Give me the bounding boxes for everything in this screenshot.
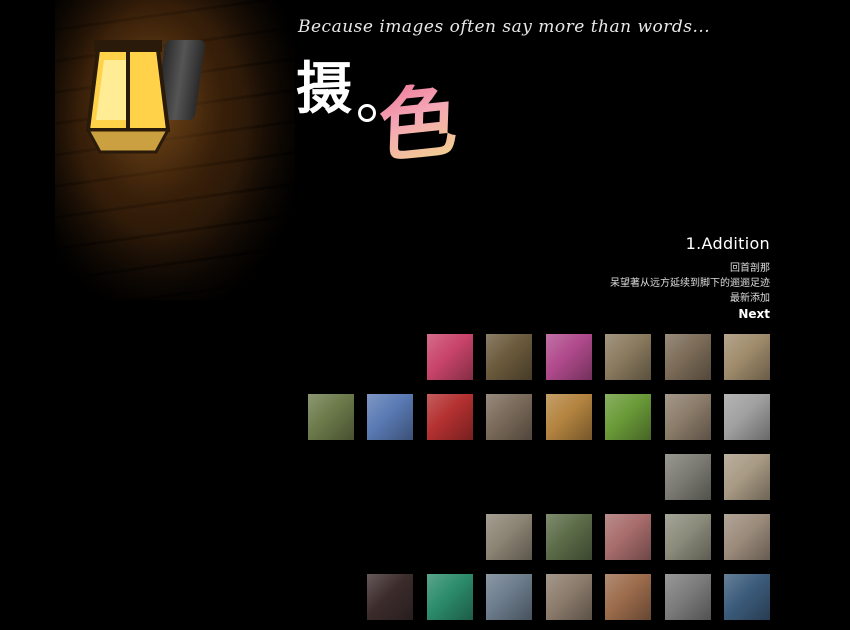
nav-link-retrospect[interactable]: 回首剖那	[610, 261, 770, 276]
photo-thumbnail[interactable]	[367, 574, 413, 620]
nav-link-latest[interactable]: 最新添加	[610, 291, 770, 306]
photo-thumbnail[interactable]	[605, 394, 651, 440]
photo-thumbnail[interactable]	[605, 334, 651, 380]
photo-thumbnail[interactable]	[724, 394, 770, 440]
photo-thumbnail[interactable]	[545, 334, 592, 380]
lamp-icon	[85, 20, 171, 160]
photo-thumbnail[interactable]	[545, 574, 592, 620]
photo-thumbnail[interactable]	[664, 454, 711, 500]
photo-thumbnail[interactable]	[486, 514, 532, 560]
photo-thumbnail[interactable]	[664, 334, 711, 380]
section-nav: 1.Addition 回首剖那 呆望著从远方延续到脚下的逦逦足迹 最新添加 Ne…	[610, 234, 770, 321]
photo-thumbnail[interactable]	[545, 514, 592, 560]
photo-thumbnail[interactable]	[664, 514, 711, 560]
photo-thumbnail[interactable]	[545, 394, 592, 440]
photo-thumbnail[interactable]	[605, 574, 651, 620]
nav-link-footprints[interactable]: 呆望著从远方延续到脚下的逦逦足迹	[610, 276, 770, 291]
logo-main-char: 摄	[296, 57, 352, 122]
photo-thumbnail[interactable]	[486, 574, 532, 620]
site-tagline: Because images often say more than words…	[298, 17, 711, 37]
photo-thumbnail[interactable]	[664, 394, 711, 440]
logo-dot	[358, 104, 376, 122]
photo-thumbnail[interactable]	[367, 394, 413, 440]
photo-thumbnail[interactable]	[724, 454, 770, 500]
photo-thumbnail[interactable]	[724, 514, 770, 560]
photo-thumbnail[interactable]	[486, 334, 532, 380]
photo-thumbnail[interactable]	[724, 574, 770, 620]
photo-thumbnail[interactable]	[426, 574, 473, 620]
logo-accent-char: 色	[376, 72, 460, 175]
photo-thumbnail[interactable]	[724, 334, 770, 380]
photo-thumbnail[interactable]	[605, 514, 651, 560]
photo-thumbnail[interactable]	[426, 394, 473, 440]
section-title: 1.Addition	[685, 234, 770, 253]
photo-thumbnail[interactable]	[486, 394, 532, 440]
photo-thumbnail[interactable]	[426, 334, 473, 380]
next-link[interactable]: Next	[610, 307, 770, 321]
photo-thumbnail[interactable]	[664, 574, 711, 620]
photo-thumbnail[interactable]	[307, 394, 354, 440]
